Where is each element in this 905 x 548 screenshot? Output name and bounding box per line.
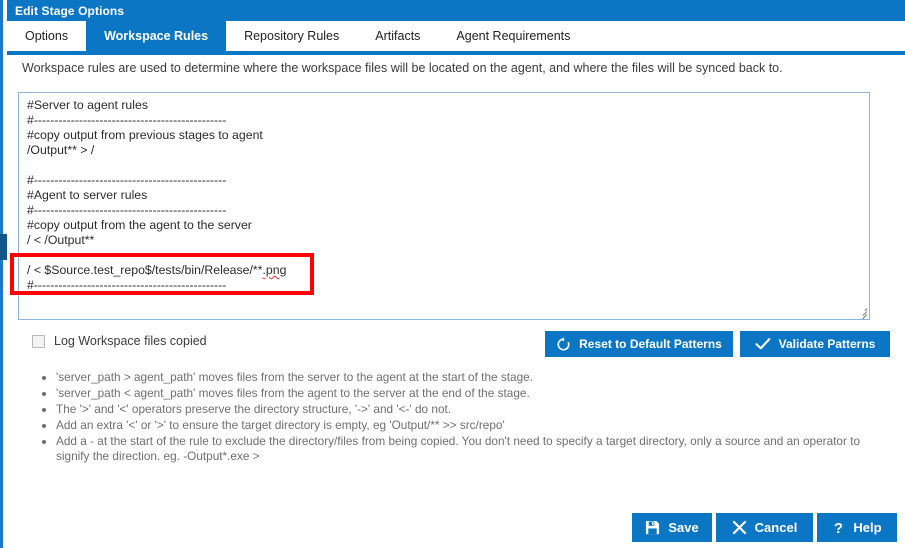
workspace-rules-editor-container: #Server to agent rules #-----------------… [18,92,870,320]
tab-list: Options Workspace Rules Repository Rules Ar… [7,21,589,51]
tab-options[interactable]: Options [7,21,87,51]
tab-label: Artifacts [375,29,421,43]
help-button-label: Help [853,520,882,535]
help-button[interactable]: ? Help [817,513,897,542]
editor-line: #---------------------------------------… [27,203,227,217]
editor-line: #Server to agent rules [27,98,148,112]
close-x-icon [732,520,747,535]
log-workspace-files-copied-row[interactable]: Log Workspace files copied [32,334,207,348]
spellcheck-underline: .png [262,263,287,277]
save-button[interactable]: Save [632,513,712,542]
hint-item: The '>' and '<' operators preserve the d… [56,402,868,417]
tab-repository-rules[interactable]: Repository Rules [226,21,358,51]
tab-underline [7,51,905,55]
tab-label: Repository Rules [244,29,340,43]
validate-patterns-label: Validate Patterns [778,337,876,351]
page-left-edge-accent [0,234,7,260]
tab-workspace-rules[interactable]: Workspace Rules [86,21,227,51]
refresh-icon [556,336,571,352]
editor-line: #---------------------------------------… [27,173,227,187]
editor-line: #---------------------------------------… [27,278,227,292]
svg-text:?: ? [834,520,843,536]
save-button-label: Save [668,520,699,535]
cancel-button-label: Cancel [754,520,798,535]
reset-to-default-patterns-button[interactable]: Reset to Default Patterns [545,331,733,357]
hint-item: Add a - at the start of the rule to excl… [56,434,868,463]
check-icon [755,337,771,351]
page-left-edge-strip [0,0,3,548]
tab-label: Workspace Rules [104,29,209,43]
tab-bar: Options Workspace Rules Repository Rules Ar… [7,21,905,51]
reset-to-default-patterns-label: Reset to Default Patterns [579,337,722,351]
workspace-rules-textarea[interactable]: #Server to agent rules #-----------------… [18,92,870,320]
hint-item: 'server_path < agent_path' moves files f… [56,386,868,401]
hints-list: 'server_path > agent_path' moves files f… [38,370,868,463]
workspace-rules-hints: 'server_path > agent_path' moves files f… [38,370,868,465]
tab-agent-requirements[interactable]: Agent Requirements [438,21,589,51]
editor-line: / < /Output** [27,233,95,247]
tab-label: Agent Requirements [456,29,571,43]
editor-line: /Output** > / [27,143,95,157]
editor-line: #---------------------------------------… [27,113,227,127]
resize-grip-icon[interactable] [855,305,868,319]
tab-label: Options [25,29,69,43]
editor-line: / < $Source.test_repo$/tests/bin/Release… [27,263,287,277]
editor-line: #Agent to server rules [27,188,148,202]
log-workspace-files-copied-checkbox[interactable] [32,334,45,348]
hint-item: Add an extra '<' or '>' to ensure the ta… [56,418,868,433]
cancel-button[interactable]: Cancel [716,513,813,542]
dialog-title: Edit Stage Options [15,3,125,18]
footer-divider [7,492,905,493]
validate-patterns-button[interactable]: Validate Patterns [740,331,890,357]
log-workspace-files-copied-label: Log Workspace files copied [54,334,207,348]
edit-stage-options-dialog: Edit Stage Options Options Workspace Rule… [0,0,905,548]
workspace-rules-text: #Server to agent rules #-----------------… [27,98,863,293]
question-mark-icon: ? [832,520,845,536]
tab-artifacts[interactable]: Artifacts [357,21,439,51]
save-disk-icon [645,520,660,535]
dialog-titlebar: Edit Stage Options [7,0,905,21]
workspace-rules-description: Workspace rules are used to determine wh… [22,61,783,75]
editor-line: #copy output from the agent to the serve… [27,218,252,232]
hint-item: 'server_path > agent_path' moves files f… [56,370,868,385]
editor-line: #copy output from previous stages to age… [27,128,263,142]
